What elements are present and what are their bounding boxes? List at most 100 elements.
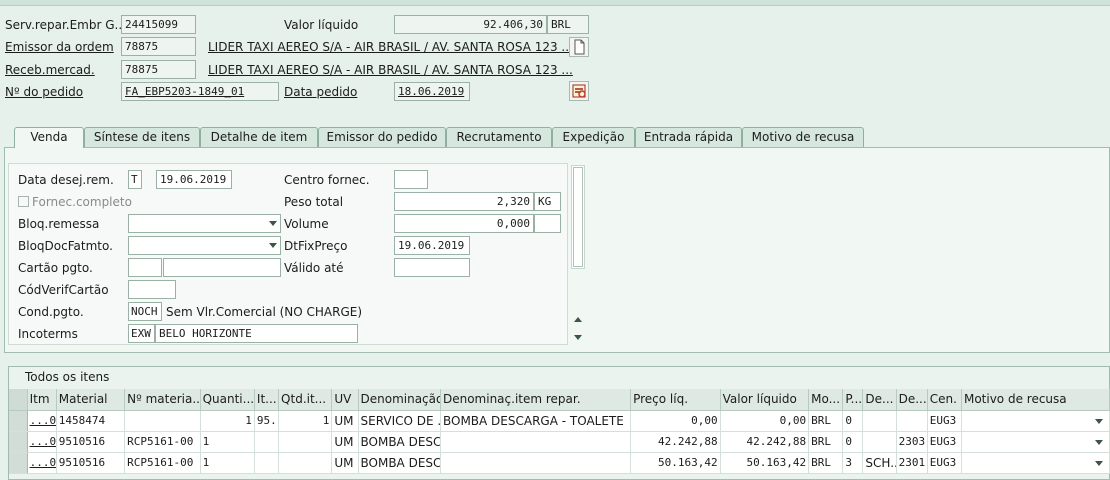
serv-repar-field[interactable]: 24415099 — [121, 15, 196, 34]
incoterms-field[interactable]: EXW — [128, 324, 155, 343]
cell-denominacao-item-repar[interactable] — [440, 452, 632, 474]
cell-preco-liq[interactable]: 50.163,42 — [630, 452, 721, 474]
volume-field[interactable]: 0,000 — [394, 214, 534, 233]
valido-ate-field[interactable] — [394, 258, 470, 277]
cell-p[interactable]: 0 — [842, 410, 864, 432]
data-desej-field[interactable]: 19.06.2019 — [156, 170, 232, 189]
col-centro[interactable]: Cen. — [927, 389, 962, 411]
tab-motivo-recusa[interactable]: Motivo de recusa — [742, 127, 864, 147]
tab-sintese-itens[interactable]: Síntese de itens — [84, 127, 200, 147]
dtfix-preco-field[interactable]: 19.06.2019 — [394, 236, 470, 255]
cell-uv[interactable]: UM — [331, 431, 359, 453]
col-uv[interactable]: UV — [331, 389, 359, 411]
cell-uv[interactable]: UM — [331, 452, 359, 474]
col-moeda[interactable]: Mo... — [808, 389, 844, 411]
row-selector-header[interactable] — [9, 389, 28, 411]
cell-itm[interactable]: ...00 — [27, 452, 57, 474]
display-document-icon[interactable] — [569, 81, 589, 101]
cell-de-2[interactable]: 2303 — [896, 431, 928, 453]
emissor-ordem-label[interactable]: Emissor da ordem — [5, 39, 114, 55]
cond-pgto-field[interactable]: NOCH — [128, 302, 162, 321]
data-pedido-label[interactable]: Data pedido — [284, 84, 357, 100]
cell-centro[interactable]: EUG3 — [927, 452, 962, 474]
receb-name-link[interactable]: LIDER TAXI AEREO S/A - AIR BRASIL / AV. … — [208, 62, 573, 78]
cell-denominacao[interactable]: SERVICO DE ... — [358, 410, 441, 432]
cell-valor-liquido[interactable]: 50.163,42 — [720, 452, 810, 474]
cell-qtd-item[interactable] — [278, 452, 333, 474]
peso-unit-field[interactable]: KG — [534, 192, 561, 211]
cell-item-type[interactable] — [254, 431, 280, 453]
cell-material[interactable]: 1458474 — [56, 410, 126, 432]
emissor-name-link[interactable]: LIDER TAXI AEREO S/A - AIR BRASIL / AV. … — [208, 39, 573, 55]
volume-unit-field[interactable] — [534, 214, 561, 233]
document-icon[interactable] — [569, 37, 589, 57]
cell-n-material[interactable] — [124, 410, 201, 432]
cell-qtd-item[interactable]: 1 — [278, 410, 333, 432]
cell-motivo-recusa-dropdown[interactable] — [961, 431, 1110, 453]
bloq-remessa-dropdown[interactable] — [128, 214, 281, 233]
peso-total-field[interactable]: 2,320 — [394, 192, 534, 211]
cell-motivo-recusa-dropdown[interactable] — [961, 410, 1110, 432]
tab-venda[interactable]: Venda — [14, 127, 84, 148]
col-motivo-recusa[interactable]: Motivo de recusa — [961, 389, 1110, 411]
table-row[interactable]: ...00 9510516 RCP5161-00 1 UM BOMBA DESC… — [9, 452, 1110, 474]
cell-denominacao-item-repar[interactable] — [440, 431, 632, 453]
col-itm[interactable]: Itm — [27, 389, 57, 411]
cell-motivo-recusa-dropdown[interactable] — [961, 452, 1110, 474]
col-de-2[interactable]: De... — [896, 389, 928, 411]
cell-centro[interactable]: EUG3 — [927, 431, 962, 453]
scroll-thumb[interactable] — [573, 167, 583, 267]
pedido-field[interactable]: FA_EBP5203-1849_01 — [121, 82, 279, 101]
data-pedido-field[interactable]: 18.06.2019 — [394, 82, 470, 101]
bloq-fat-dropdown[interactable] — [128, 236, 281, 255]
cell-de-1[interactable] — [862, 431, 897, 453]
cell-denominacao-item-repar[interactable]: BOMBA DESCARGA - TOALETE — [440, 410, 632, 432]
row-selector[interactable] — [9, 452, 28, 474]
col-item-type[interactable]: It... — [254, 389, 280, 411]
cell-material[interactable]: 9510516 — [56, 431, 126, 453]
cell-p[interactable]: 3 — [842, 452, 864, 474]
cartao-type-field[interactable] — [128, 258, 162, 277]
cell-valor-liquido[interactable]: 42.242,88 — [720, 431, 810, 453]
fornec-completo-checkbox[interactable] — [18, 196, 29, 207]
valor-liquido-field[interactable]: 92.406,30 — [394, 15, 547, 34]
cell-itm[interactable]: ...00 — [27, 431, 57, 453]
col-quantidade[interactable]: Quanti... — [200, 389, 255, 411]
cell-quantidade[interactable]: 1 — [200, 431, 255, 453]
venda-vertical-scrollbar[interactable] — [571, 165, 585, 345]
tab-detalhe-item[interactable]: Detalhe de item — [200, 127, 318, 147]
col-qtd-item[interactable]: Qtd.it... — [278, 389, 333, 411]
row-selector[interactable] — [9, 410, 28, 432]
row-selector[interactable] — [9, 431, 28, 453]
cell-itm[interactable]: ...00 — [27, 410, 57, 432]
cell-valor-liquido[interactable]: 0,00 — [720, 410, 810, 432]
col-denominacao[interactable]: Denominação — [358, 389, 441, 411]
tab-emissor-pedido[interactable]: Emissor do pedido — [318, 127, 446, 147]
col-material[interactable]: Material — [56, 389, 126, 411]
cell-de-2[interactable]: 2301 — [896, 452, 928, 474]
cell-n-material[interactable]: RCP5161-00 — [124, 452, 201, 474]
cell-quantidade[interactable]: 1 — [200, 452, 255, 474]
cell-item-type[interactable] — [254, 452, 280, 474]
col-de-1[interactable]: De... — [862, 389, 897, 411]
cell-de-1[interactable] — [862, 410, 897, 432]
scroll-up-icon[interactable] — [574, 317, 582, 322]
cell-preco-liq[interactable]: 0,00 — [630, 410, 721, 432]
tab-entrada-rapida[interactable]: Entrada rápida — [635, 127, 742, 147]
cell-preco-liq[interactable]: 42.242,88 — [630, 431, 721, 453]
data-desej-type-field[interactable]: T — [128, 170, 142, 189]
scroll-track[interactable] — [571, 165, 585, 269]
cell-de-2[interactable] — [896, 410, 928, 432]
col-preco-liq[interactable]: Preço líq. — [630, 389, 721, 411]
col-valor-liquido[interactable]: Valor líquido — [720, 389, 810, 411]
cell-moeda[interactable]: BRL — [808, 431, 844, 453]
cell-uv[interactable]: UM — [331, 410, 359, 432]
receb-mercad-field[interactable]: 78875 — [121, 60, 196, 79]
cell-moeda[interactable]: BRL — [808, 452, 844, 474]
cell-denominacao[interactable]: BOMBA DESC... — [358, 452, 441, 474]
centro-fornec-field[interactable] — [394, 170, 428, 189]
codverif-cartao-field[interactable] — [128, 280, 176, 299]
cell-qtd-item[interactable] — [278, 431, 333, 453]
cell-quantidade[interactable]: 1 — [200, 410, 255, 432]
scroll-down-icon[interactable] — [574, 335, 582, 340]
